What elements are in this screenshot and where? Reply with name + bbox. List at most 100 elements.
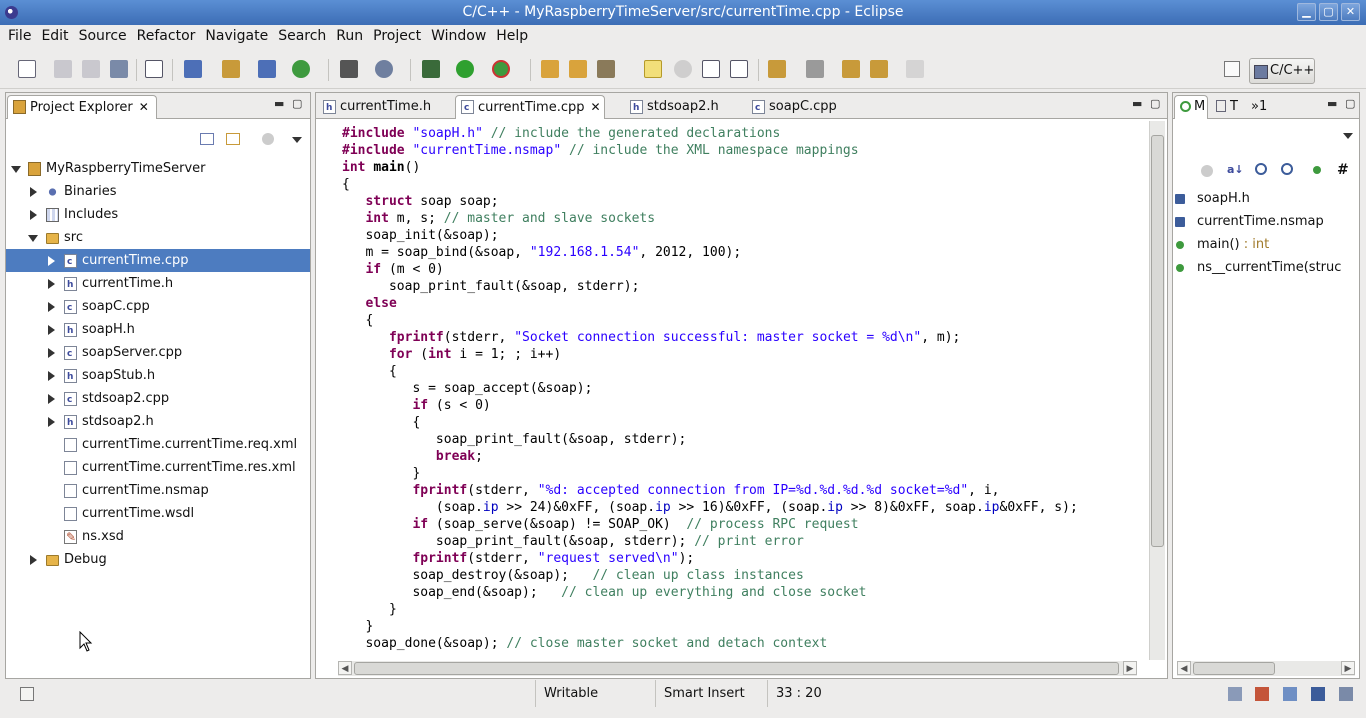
- hide-functions-icon[interactable]: [1313, 166, 1321, 174]
- tree-node-file[interactable]: stdsoap2.h: [6, 410, 310, 433]
- external-tools-icon[interactable]: [492, 60, 510, 78]
- tree-node-binaries[interactable]: Binaries: [6, 180, 310, 203]
- tree-node-src[interactable]: src: [6, 226, 310, 249]
- outline-item-include[interactable]: soapH.h: [1197, 188, 1250, 210]
- minimize-view-icon[interactable]: ▬: [1327, 97, 1337, 110]
- next-annotation-icon[interactable]: [768, 60, 786, 78]
- tree-node-file[interactable]: soapC.cpp: [6, 295, 310, 318]
- menu-run[interactable]: Run: [331, 28, 368, 44]
- editor-tab-stdsoap2-h[interactable]: stdsoap2.h: [624, 95, 744, 119]
- project-explorer-tab[interactable]: Project Explorer✕: [7, 95, 157, 119]
- build-icon[interactable]: [340, 60, 358, 78]
- tree-node-debug[interactable]: Debug: [6, 548, 310, 571]
- last-edit-location-icon[interactable]: [842, 60, 860, 78]
- outline-item-include[interactable]: currentTime.nsmap: [1197, 211, 1324, 233]
- open-type-icon[interactable]: [541, 60, 559, 78]
- collapse-all-icon[interactable]: [200, 133, 214, 145]
- tree-node-project[interactable]: MyRaspberryTimeServer: [6, 157, 310, 180]
- editor-tab-currenttime-cpp[interactable]: currentTime.cpp✕: [455, 95, 605, 119]
- view-filter-icon[interactable]: [262, 133, 274, 145]
- new-class-icon[interactable]: [292, 60, 310, 78]
- maximize-view-icon[interactable]: ▢: [1345, 97, 1355, 110]
- more-views-tab[interactable]: »1: [1242, 95, 1272, 119]
- scroll-left-icon[interactable]: ◀: [338, 661, 352, 675]
- tree-node-file[interactable]: currentTime.cpp: [6, 249, 310, 272]
- tree-node-file[interactable]: ns.xsd: [6, 525, 310, 548]
- menu-edit[interactable]: Edit: [36, 28, 73, 44]
- scroll-right-icon[interactable]: ▶: [1341, 661, 1355, 675]
- scroll-thumb[interactable]: [1151, 135, 1164, 547]
- outline-item-function[interactable]: main() : int: [1197, 234, 1269, 256]
- sort-icon[interactable]: a↓: [1227, 163, 1244, 176]
- menu-search[interactable]: Search: [273, 28, 331, 44]
- print-icon[interactable]: [110, 60, 128, 78]
- menu-source[interactable]: Source: [74, 28, 132, 44]
- fast-view-icon[interactable]: [20, 687, 34, 701]
- toggle-mark-occurrences-icon[interactable]: [644, 60, 662, 78]
- tree-node-file[interactable]: stdsoap2.cpp: [6, 387, 310, 410]
- hide-non-public-icon[interactable]: [1281, 163, 1293, 175]
- show-whitespace-icon[interactable]: [730, 60, 748, 78]
- tree-node-includes[interactable]: Includes: [6, 203, 310, 226]
- save-all-icon[interactable]: [82, 60, 100, 78]
- run-icon[interactable]: [456, 60, 474, 78]
- search-tool-icon[interactable]: [597, 60, 615, 78]
- tasks-icon[interactable]: [1283, 687, 1297, 701]
- menu-help[interactable]: Help: [491, 28, 533, 44]
- scroll-thumb[interactable]: [1193, 662, 1275, 675]
- close-icon[interactable]: ✕: [139, 100, 149, 114]
- editor-tab-currenttime-h[interactable]: currentTime.h: [317, 95, 453, 119]
- menu-refactor[interactable]: Refactor: [132, 28, 201, 44]
- outline-horizontal-scrollbar[interactable]: ◀ ▶: [1177, 661, 1355, 676]
- new-cpp-project-icon[interactable]: [184, 60, 202, 78]
- minimize-button[interactable]: ▁: [1297, 3, 1316, 21]
- maximize-button[interactable]: ▢: [1319, 3, 1338, 21]
- link-editor-icon[interactable]: [226, 133, 240, 145]
- tree-node-file[interactable]: currentTime.wsdl: [6, 502, 310, 525]
- console-icon[interactable]: [1228, 687, 1242, 701]
- close-icon[interactable]: ✕: [591, 100, 601, 114]
- editor-tab-soapc-cpp[interactable]: soapC.cpp: [746, 95, 862, 119]
- tree-node-file[interactable]: soapH.h: [6, 318, 310, 341]
- code-editor[interactable]: #include "soapH.h" // include the genera…: [324, 119, 1137, 659]
- view-menu-icon[interactable]: [1343, 133, 1353, 139]
- minimize-view-icon[interactable]: ▬: [274, 97, 284, 110]
- debug-icon[interactable]: [422, 60, 440, 78]
- maximize-view-icon[interactable]: ▢: [292, 97, 302, 110]
- tree-node-file[interactable]: currentTime.currentTime.res.xml: [6, 456, 310, 479]
- build-all-icon[interactable]: [145, 60, 163, 78]
- tree-node-file[interactable]: soapStub.h: [6, 364, 310, 387]
- close-button[interactable]: ✕: [1341, 3, 1360, 21]
- outline-item-function[interactable]: ns__currentTime(struc: [1197, 257, 1341, 279]
- minimize-view-icon[interactable]: ▬: [1132, 97, 1142, 110]
- block-selection-icon[interactable]: [702, 60, 720, 78]
- progress-icon[interactable]: [1339, 687, 1353, 701]
- menu-project[interactable]: Project: [368, 28, 426, 44]
- menu-window[interactable]: Window: [426, 28, 491, 44]
- new-source-file-icon[interactable]: [258, 60, 276, 78]
- new-icon[interactable]: [18, 60, 36, 78]
- scroll-left-icon[interactable]: ◀: [1177, 661, 1191, 675]
- back-icon[interactable]: [870, 60, 888, 78]
- tree-node-file[interactable]: currentTime.nsmap: [6, 479, 310, 502]
- make-target-icon[interactable]: [375, 60, 393, 78]
- hide-fields-icon[interactable]: [1201, 165, 1213, 177]
- group-macros-icon[interactable]: #: [1337, 162, 1349, 178]
- menu-file[interactable]: File: [3, 28, 36, 44]
- toggle-breadcrumb-icon[interactable]: [674, 60, 692, 78]
- tree-node-file[interactable]: currentTime.h: [6, 272, 310, 295]
- save-icon[interactable]: [54, 60, 72, 78]
- problems-icon[interactable]: [1255, 687, 1269, 701]
- view-menu-icon[interactable]: [292, 137, 302, 143]
- properties-icon[interactable]: [1311, 687, 1325, 701]
- forward-icon[interactable]: [906, 60, 924, 78]
- perspective-cpp-button[interactable]: C/C++: [1249, 58, 1315, 84]
- open-perspective-icon[interactable]: [1224, 61, 1240, 77]
- tree-node-file[interactable]: soapServer.cpp: [6, 341, 310, 364]
- menu-navigate[interactable]: Navigate: [200, 28, 273, 44]
- previous-annotation-icon[interactable]: [806, 60, 824, 78]
- tasks-tab[interactable]: T: [1210, 95, 1240, 119]
- open-element-icon[interactable]: [569, 60, 587, 78]
- maximize-view-icon[interactable]: ▢: [1150, 97, 1160, 110]
- new-source-folder-icon[interactable]: [222, 60, 240, 78]
